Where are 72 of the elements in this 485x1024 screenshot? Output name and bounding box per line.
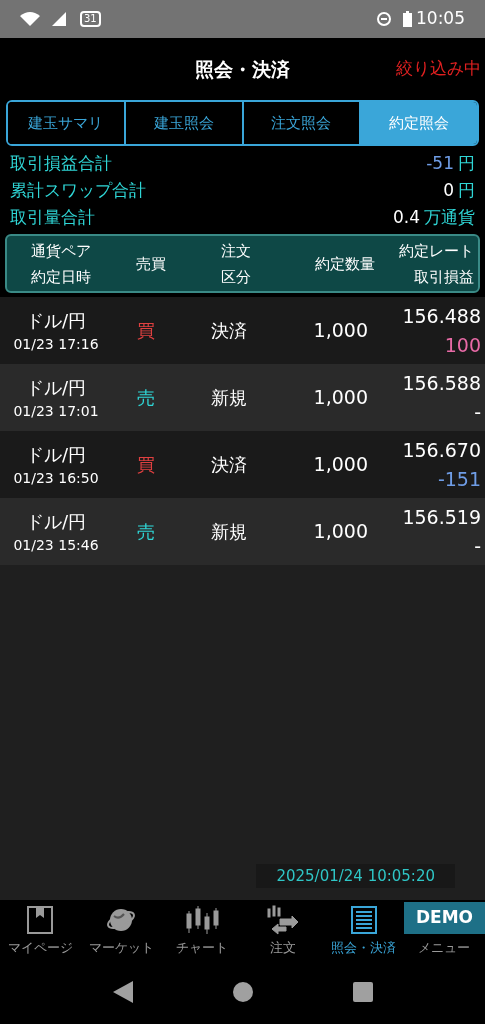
quantity: 1,000 <box>312 452 369 478</box>
column-header: 注文 <box>221 240 251 262</box>
quantity: 1,000 <box>312 318 369 344</box>
summary-unit: 円 <box>458 151 475 175</box>
wifi-icon <box>20 12 40 26</box>
trade-datetime: 01/23 17:01 <box>13 401 99 421</box>
trade-row[interactable]: ドル/円 01/23 17:01 売 新規 1,000 156.588 - <box>0 364 485 431</box>
column-header: 通貨ペア <box>31 240 91 262</box>
summary-label: 取引量合計 <box>10 205 95 229</box>
list-icon <box>350 905 377 934</box>
nav-item[interactable]: 注文 <box>242 900 324 960</box>
back-icon[interactable] <box>112 981 133 1003</box>
currency-pair: ドル/円 <box>25 375 87 400</box>
summary-value: 0 <box>443 178 454 202</box>
quantity: 1,000 <box>312 385 369 411</box>
order-type: 新規 <box>210 386 248 410</box>
trade-datetime: 01/23 17:16 <box>13 334 99 354</box>
nav-item[interactable]: DEMO メニュー <box>403 900 485 960</box>
summary-value: 0.4 <box>392 205 420 229</box>
currency-pair: ドル/円 <box>25 308 87 333</box>
order-type: 決済 <box>210 453 248 477</box>
trade-row[interactable]: ドル/円 01/23 17:16 買 決済 1,000 156.488 100 <box>0 297 485 364</box>
battery-icon <box>403 11 412 27</box>
profit-loss: - <box>474 533 481 559</box>
order-icon <box>265 904 300 935</box>
bookmark-icon <box>27 905 54 934</box>
trade-rate: 156.588 <box>402 371 481 396</box>
order-type: 新規 <box>210 520 248 544</box>
trade-rate: 156.519 <box>402 505 481 530</box>
order-type: 決済 <box>210 319 248 343</box>
do-not-disturb-icon <box>377 12 391 26</box>
summary-value: -51 <box>426 151 454 175</box>
trade-rate: 156.670 <box>402 438 481 463</box>
summary-label: 取引損益合計 <box>10 151 112 175</box>
clock: 10:05 <box>416 7 465 31</box>
summary-unit: 万通貨 <box>424 205 475 229</box>
nav-item[interactable]: マイページ <box>0 900 81 960</box>
nav-item[interactable]: マーケット <box>80 900 162 960</box>
column-header: 売買 <box>136 253 166 275</box>
currency-pair: ドル/円 <box>25 442 87 467</box>
summary-label: 累計スワップ合計 <box>10 178 146 202</box>
filter-status: 絞り込み中 <box>396 57 481 81</box>
trade-row[interactable]: ドル/円 01/23 15:46 売 新規 1,000 156.519 - <box>0 498 485 565</box>
nav-item[interactable]: チャート <box>161 900 243 960</box>
trade-datetime: 01/23 15:46 <box>13 535 99 555</box>
trade-side: 売 <box>136 520 156 544</box>
profit-loss: - <box>474 399 481 425</box>
nav-item[interactable]: 照会・決済 <box>323 900 404 960</box>
page-title: 照会・決済 <box>195 56 290 82</box>
column-header: 区分 <box>221 266 251 288</box>
summary-unit: 円 <box>458 178 475 202</box>
demo-badge: DEMO <box>403 901 485 934</box>
column-header: 取引損益 <box>414 266 474 288</box>
home-icon[interactable] <box>232 982 253 1002</box>
column-header: 約定数量 <box>315 253 375 275</box>
calendar-icon: 31 <box>80 11 101 27</box>
trade-side: 売 <box>136 386 156 410</box>
column-header: 約定日時 <box>31 266 91 288</box>
trade-side: 買 <box>136 453 156 477</box>
trade-row[interactable]: ドル/円 01/23 16:50 買 決済 1,000 156.670 -151 <box>0 431 485 498</box>
quantity: 1,000 <box>312 519 369 545</box>
signal-icon <box>52 12 68 26</box>
trade-datetime: 01/23 16:50 <box>13 468 99 488</box>
trade-side: 買 <box>136 319 156 343</box>
currency-pair: ドル/円 <box>25 509 87 534</box>
candlestick-icon <box>184 904 219 935</box>
profit-loss: -151 <box>437 466 481 492</box>
recents-icon[interactable] <box>352 982 373 1002</box>
profit-loss: 100 <box>444 332 481 358</box>
column-header: 約定レート <box>399 240 474 262</box>
update-timestamp: 2025/01/24 10:05:20 <box>256 863 455 888</box>
trade-rate: 156.488 <box>402 304 481 329</box>
